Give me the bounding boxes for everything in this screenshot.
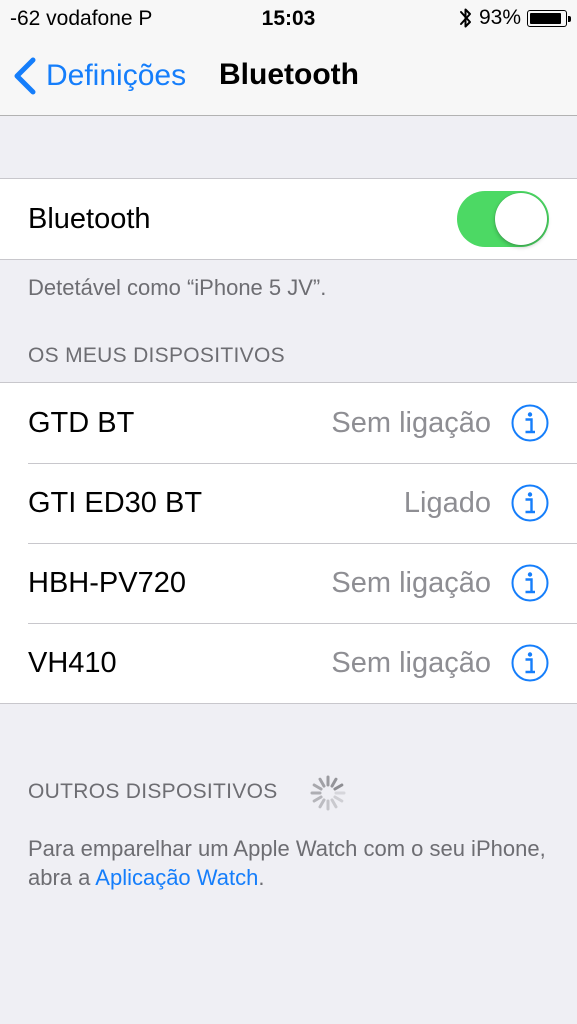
spinner-spoke (333, 795, 344, 803)
battery-cap (568, 15, 571, 22)
back-button-label: Definições (46, 59, 187, 92)
status-right: 93% (459, 6, 571, 30)
spinner-spoke (318, 798, 326, 809)
bluetooth-toggle[interactable] (457, 191, 549, 247)
watch-app-link[interactable]: Aplicação Watch (95, 865, 258, 890)
page-title: Bluetooth (219, 58, 359, 91)
spinner-spoke (318, 777, 326, 788)
device-name: GTI ED30 BT (28, 487, 203, 519)
device-name: HBH-PV720 (28, 567, 186, 599)
spinner-spoke (333, 783, 344, 791)
device-status: Sem ligação (331, 407, 491, 439)
device-row[interactable]: GTI ED30 BT Ligado (0, 463, 577, 543)
my-devices-header: OS MEUS DISPOSITIVOS (28, 344, 285, 367)
discoverable-note: Detetável como “iPhone 5 JV”. (28, 275, 327, 300)
spinner-spoke (330, 798, 338, 809)
spinner-spoke (330, 777, 338, 788)
battery-fill (530, 12, 562, 24)
pairing-instructions: Para emparelhar um Apple Watch com o seu… (28, 834, 558, 892)
bluetooth-icon (459, 8, 471, 28)
chevron-left-icon (14, 57, 36, 95)
loading-spinner-icon (310, 775, 346, 811)
info-icon[interactable] (511, 644, 549, 682)
info-icon[interactable] (511, 564, 549, 602)
device-status: Ligado (403, 487, 491, 519)
device-name: GTD BT (28, 407, 135, 439)
bluetooth-label: Bluetooth (28, 203, 151, 235)
spinner-spoke (312, 795, 323, 803)
device-row[interactable]: HBH-PV720 Sem ligação (0, 543, 577, 623)
device-name: VH410 (28, 647, 117, 679)
status-bar: -62 vodafone P 15:03 93% (0, 0, 577, 38)
bluetooth-row: Bluetooth (0, 179, 577, 259)
battery-percent: 93% (478, 6, 521, 29)
battery-icon (527, 9, 571, 27)
back-button[interactable]: Definições (12, 56, 186, 96)
device-row[interactable]: GTD BT Sem ligação (0, 383, 577, 463)
bluetooth-toggle-group: Bluetooth (0, 178, 577, 260)
device-row[interactable]: VH410 Sem ligação (0, 623, 577, 703)
my-devices-list: GTD BT Sem ligação GTI ED30 BT Ligado HB… (0, 382, 577, 704)
spinner-spoke (312, 783, 323, 791)
device-status: Sem ligação (331, 567, 491, 599)
info-icon[interactable] (511, 404, 549, 442)
pairing-text-after: . (258, 865, 265, 890)
other-devices-header: OUTROS DISPOSITIVOS (28, 780, 278, 803)
toggle-knob (495, 193, 547, 245)
device-status: Sem ligação (331, 647, 491, 679)
info-icon[interactable] (511, 484, 549, 522)
navigation-bar: Definições Bluetooth (0, 38, 577, 116)
